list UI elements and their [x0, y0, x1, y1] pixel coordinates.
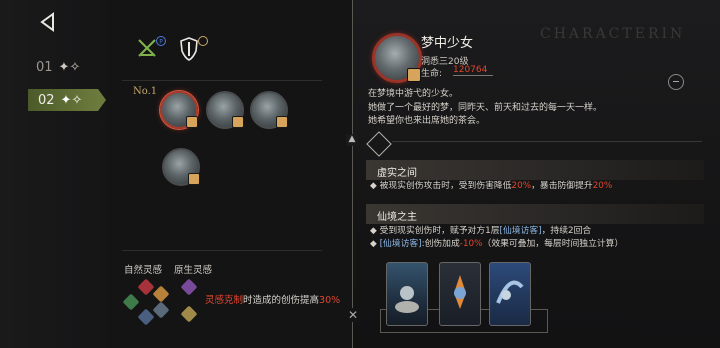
- panel-divider: [352, 0, 353, 348]
- hp-value: 120764: [453, 65, 493, 76]
- shield-icon[interactable]: [179, 37, 199, 61]
- skill-bullet: ◆ 受到现实创伤时，赋予对方1层[仙境访客]，持续2回合: [370, 226, 592, 236]
- character-name: 梦中少女: [421, 36, 474, 51]
- lock-icon: [188, 173, 200, 185]
- character-portrait[interactable]: [206, 91, 244, 129]
- page-tab-02[interactable]: 02 ✦✧: [28, 89, 106, 111]
- card-art-icon: [395, 286, 419, 313]
- natural-inspiration-title: 自然灵感: [124, 265, 163, 276]
- close-icon[interactable]: ✕: [346, 308, 360, 322]
- character-avatar: [372, 33, 422, 83]
- lock-icon: [232, 116, 244, 128]
- character-portrait[interactable]: [162, 148, 200, 186]
- character-portrait[interactable]: [250, 91, 288, 129]
- separator: [122, 250, 322, 251]
- character-description: 在梦境中游弋的少女。 她做了一个最好的梦，同昨天、前天和过去的每一天一样。 她希…: [368, 89, 603, 126]
- card-1[interactable]: [386, 262, 428, 326]
- watermark-text: CHARACTERIN: [540, 26, 686, 42]
- counter-effect-text: 灵感克制时造成的创伤提高30%: [205, 295, 341, 306]
- left-rail: [0, 0, 106, 348]
- character-portrait-selected[interactable]: [160, 91, 198, 129]
- skill-title: 仙境之主: [377, 212, 417, 223]
- page-tab-label: 01: [36, 59, 53, 75]
- back-arrow-icon[interactable]: [38, 12, 58, 32]
- lock-icon: [186, 116, 198, 128]
- info-toggle-icon[interactable]: [668, 74, 684, 90]
- separator: [122, 80, 322, 81]
- skill-title: 虚实之间: [377, 168, 417, 179]
- crossed-swords-icon[interactable]: [136, 37, 158, 59]
- card-art-icon: [496, 280, 524, 304]
- page-tab-label: 02: [38, 92, 55, 108]
- skill-bullet: ◆ [仙境访客]:创伤加成-10%（效果可叠加，每层时间独立计算）: [370, 239, 624, 249]
- native-inspiration-title: 原生灵感: [174, 265, 213, 276]
- separator: [392, 141, 702, 142]
- sparkle-icon: ✦✧: [60, 92, 83, 108]
- card-art-icon: [454, 275, 466, 309]
- card-3[interactable]: [489, 262, 531, 326]
- lock-icon: [407, 68, 421, 82]
- skill-bullet: ◆ 被现实创伤攻击时，受到伤害降低20%，暴击防御提升20%: [370, 181, 613, 191]
- rank-label: No.1: [133, 86, 158, 97]
- svg-text:P: P: [159, 39, 163, 46]
- hp-label: 生命:: [421, 69, 443, 79]
- page-tab-01[interactable]: 01 ✦✧: [36, 56, 80, 78]
- rank-badge-icon: [198, 36, 208, 46]
- lock-icon: [276, 116, 288, 128]
- card-2[interactable]: [439, 262, 481, 326]
- collapse-up-icon[interactable]: ▲: [346, 134, 358, 146]
- p-badge-icon: P: [156, 36, 166, 46]
- sparkle-icon: ✦✧: [58, 59, 81, 75]
